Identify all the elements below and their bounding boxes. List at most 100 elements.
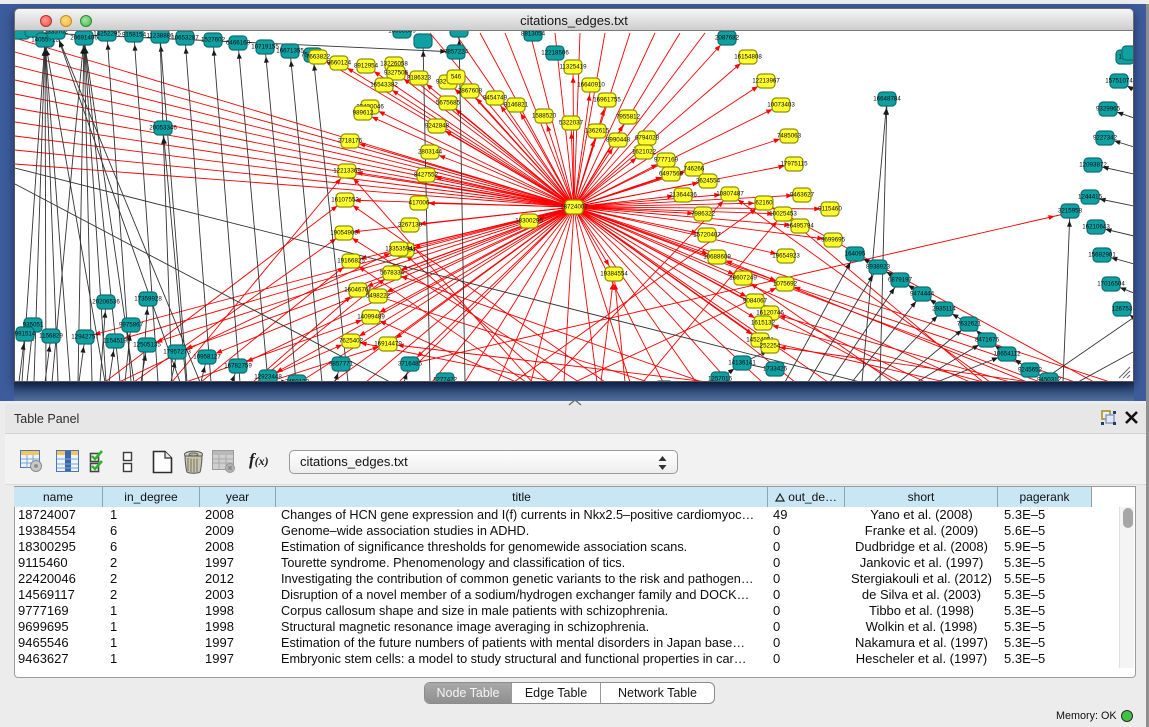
svg-text:18300295: 18300295 xyxy=(515,218,543,225)
svg-text:8990448: 8990448 xyxy=(606,137,631,144)
svg-text:8813054: 8813054 xyxy=(521,31,546,38)
svg-text:9699695: 9699695 xyxy=(821,237,846,244)
svg-text:1733426: 1733426 xyxy=(763,366,788,373)
svg-text:8938923: 8938923 xyxy=(866,264,891,271)
svg-text:12505135: 12505135 xyxy=(133,342,161,349)
svg-text:2718176: 2718176 xyxy=(338,138,363,145)
svg-text:21364436: 21364436 xyxy=(669,192,697,199)
svg-text:15692901: 15692901 xyxy=(1088,252,1116,259)
svg-text:18724007: 18724007 xyxy=(560,204,588,211)
svg-text:3716485: 3716485 xyxy=(398,361,423,368)
svg-text:15751074: 15751074 xyxy=(1105,78,1133,85)
svg-text:991514: 991514 xyxy=(15,331,36,338)
svg-text:12093872: 12093872 xyxy=(1079,162,1107,169)
svg-text:9084067: 9084067 xyxy=(743,298,768,305)
svg-text:19054908: 19054908 xyxy=(330,230,358,237)
svg-text:1257016: 1257016 xyxy=(708,376,733,383)
svg-text:17957273: 17957273 xyxy=(163,349,191,356)
svg-text:17975115: 17975115 xyxy=(780,161,808,168)
svg-text:1075692: 1075692 xyxy=(773,281,798,288)
svg-text:10719155: 10719155 xyxy=(251,44,279,51)
svg-text:9660124: 9660124 xyxy=(327,60,352,67)
svg-text:16210643: 16210643 xyxy=(1082,224,1110,231)
svg-text:12942757: 12942757 xyxy=(71,334,99,341)
svg-text:10654112: 10654112 xyxy=(993,351,1021,358)
svg-text:1588520: 1588520 xyxy=(532,113,557,120)
svg-text:9450312: 9450312 xyxy=(1037,377,1062,383)
svg-text:16914479: 16914479 xyxy=(374,341,402,348)
svg-text:12213967: 12213967 xyxy=(752,78,780,85)
svg-text:9777169: 9777169 xyxy=(654,157,679,164)
svg-text:6794028: 6794028 xyxy=(635,135,660,142)
svg-text:17016504: 17016504 xyxy=(1097,281,1125,288)
svg-text:2935114: 2935114 xyxy=(932,306,956,313)
svg-text:10807487: 10807487 xyxy=(716,191,744,198)
svg-text:16107552: 16107552 xyxy=(331,197,359,204)
svg-text:9227342: 9227342 xyxy=(1093,135,1118,142)
svg-text:1362615: 1362615 xyxy=(585,128,610,135)
svg-text:2087682: 2087682 xyxy=(715,35,740,42)
svg-text:8454749: 8454749 xyxy=(483,95,508,102)
svg-text:19166825: 19166825 xyxy=(337,258,365,265)
svg-text:2803144: 2803144 xyxy=(418,149,443,156)
svg-text:7986322: 7986322 xyxy=(691,211,716,218)
svg-text:1277422: 1277422 xyxy=(433,377,458,383)
svg-text:9329965: 9329965 xyxy=(1096,106,1121,113)
svg-text:7857224: 7857224 xyxy=(444,49,469,56)
svg-text:18607249: 18607249 xyxy=(729,275,757,282)
svg-text:1527602: 1527602 xyxy=(201,37,226,44)
svg-text:5322037: 5322037 xyxy=(559,120,584,127)
svg-text:8471676: 8471676 xyxy=(975,337,1000,344)
svg-text:7485063: 7485063 xyxy=(777,133,802,140)
svg-text:10025453: 10025453 xyxy=(769,211,797,218)
svg-text:7625402: 7625402 xyxy=(339,338,364,345)
svg-text:5675685: 5675685 xyxy=(436,100,461,107)
svg-text:6466160: 6466160 xyxy=(226,40,251,47)
svg-text:14136141: 14136141 xyxy=(728,360,756,367)
svg-text:62160: 62160 xyxy=(755,200,773,207)
svg-text:746266: 746266 xyxy=(684,166,705,173)
svg-text:16640910: 16640910 xyxy=(577,82,605,89)
svg-text:252254: 252254 xyxy=(760,343,781,350)
svg-text:20206536: 20206536 xyxy=(92,299,120,306)
svg-text:126753: 126753 xyxy=(1112,306,1133,313)
svg-text:1154519: 1154519 xyxy=(103,338,127,345)
svg-text:5678334: 5678334 xyxy=(380,270,405,277)
svg-text:1156829: 1156829 xyxy=(39,333,63,340)
svg-text:5498222: 5498222 xyxy=(366,293,391,300)
svg-text:546: 546 xyxy=(451,74,462,81)
svg-text:20053346: 20053346 xyxy=(149,125,177,132)
svg-text:3624554: 3624554 xyxy=(696,178,721,185)
svg-text:13353594: 13353594 xyxy=(385,246,413,253)
svg-text:1621022: 1621022 xyxy=(632,149,657,156)
svg-text:2450122: 2450122 xyxy=(285,379,310,383)
svg-text:12218506: 12218506 xyxy=(541,50,569,57)
svg-text:2867608: 2867608 xyxy=(458,88,483,95)
svg-text:17359928: 17359928 xyxy=(134,296,162,303)
svg-text:16033809: 16033809 xyxy=(388,31,416,35)
svg-text:10688609: 10688609 xyxy=(703,254,731,261)
svg-text:9115460: 9115460 xyxy=(818,206,842,213)
svg-text:10073403: 10073403 xyxy=(767,102,795,109)
svg-text:16648784: 16648784 xyxy=(873,96,901,103)
svg-text:12923448: 12923448 xyxy=(254,374,282,381)
svg-text:9245652: 9245652 xyxy=(1018,367,1043,374)
svg-text:14252295: 14252295 xyxy=(93,31,121,38)
svg-text:3215958: 3215958 xyxy=(1058,208,1083,215)
svg-text:2335702: 2335702 xyxy=(44,31,69,36)
svg-text:15720407: 15720407 xyxy=(693,232,721,239)
svg-text:417006: 417006 xyxy=(409,200,430,207)
svg-text:16495794: 16495794 xyxy=(786,223,814,230)
svg-text:6879197: 6879197 xyxy=(888,277,913,284)
svg-text:9242848: 9242848 xyxy=(425,123,450,130)
svg-text:8186323: 8186323 xyxy=(407,75,432,82)
svg-text:164095: 164095 xyxy=(845,251,866,258)
svg-text:9327505: 9327505 xyxy=(384,70,409,77)
svg-text:16543382: 16543382 xyxy=(370,82,398,89)
svg-text:11238886: 11238886 xyxy=(146,33,174,40)
svg-text:989612: 989612 xyxy=(353,110,374,117)
svg-text:10653287: 10653287 xyxy=(171,35,199,42)
svg-text:7632621: 7632621 xyxy=(957,321,982,328)
svg-text:9158154: 9158154 xyxy=(122,32,147,39)
svg-text:16782759: 16782759 xyxy=(224,363,252,370)
